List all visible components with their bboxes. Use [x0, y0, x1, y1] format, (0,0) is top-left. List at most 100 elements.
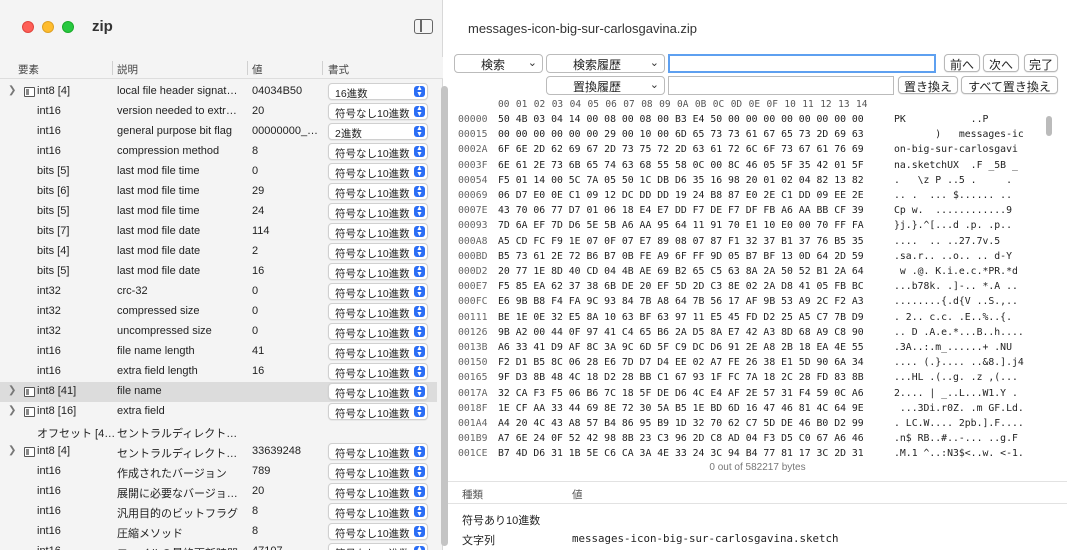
hex-ascii[interactable]: on-big-sur-carlosgavi	[894, 142, 1018, 157]
structure-row[interactable]: int32 crc-32 0 符号なし10進数 ▲ ▼	[0, 282, 437, 302]
format-select[interactable]: 符号なし10進数 ▲▼	[328, 223, 428, 240]
format-select[interactable]: 符号なし10進数 ▲▼	[328, 203, 428, 220]
structure-row[interactable]: bits [7] last mod file date 114 符号なし10進数 ▲ ▼	[0, 222, 437, 242]
hex-ascii[interactable]: }j.}.^[...d .p. .p..	[894, 218, 1012, 233]
minimize-window-button[interactable]	[42, 21, 54, 33]
hex-row[interactable]: 00054 F5 01 14 00 5C 7A 05 50 1C DB D6 35…	[454, 173, 1058, 188]
hex-row[interactable]: 00015 00 00 00 00 00 00 29 00 10 00 6D 65…	[454, 127, 1058, 142]
hex-bytes[interactable]: 1E CF AA 33 44 69 8E 72 30 5A B5 1E BD 6…	[498, 401, 864, 416]
hex-row[interactable]: 000BD B5 73 61 2E 72 B6 B7 0B FE A9 6F FF…	[454, 249, 1058, 264]
hex-bytes[interactable]: 9B A2 00 44 0F 97 41 C4 65 B6 2A D5 8A E…	[498, 325, 864, 340]
hex-row[interactable]: 000FC E6 9B B8 F4 FA 9C 93 84 7B A8 64 7B…	[454, 294, 1058, 309]
structure-row[interactable]: ❯ int8 [4] local file header signat… 04034B…	[0, 82, 437, 102]
hex-bytes[interactable]: 9F D3 8B 48 4C 18 D2 28 BB C1 67 93 1F F…	[498, 370, 864, 385]
done-button[interactable]: 完了	[1024, 54, 1058, 72]
scrollbar-thumb[interactable]	[441, 86, 448, 546]
hex-bytes[interactable]: 32 CA F3 F5 06 B6 7C 18 5F DE D6 4C E4 A…	[498, 386, 864, 401]
column-description[interactable]: 説明	[117, 62, 138, 77]
format-select[interactable]: 符号なし10進数 ▲▼	[328, 183, 428, 200]
format-select[interactable]: 符号なし10進数 ▲▼	[328, 283, 428, 300]
hex-bytes[interactable]: A4 20 4C 43 A8 57 B4 86 95 B9 1D 32 70 6…	[498, 416, 864, 431]
replace-button[interactable]: 置き換え	[898, 76, 958, 94]
hex-rows[interactable]: 00000 50 4B 03 04 14 00 08 00 08 00 B3 E4…	[454, 112, 1058, 460]
hex-ascii[interactable]: . \z P ..5 . .	[894, 173, 1012, 188]
format-select[interactable]: 符号なし10進数 ▲▼	[328, 103, 428, 120]
hex-row[interactable]: 000A8 A5 CD FC F9 1E 07 0F 07 E7 89 08 07…	[454, 234, 1058, 249]
format-select[interactable]: 符号なし10進数 ▲▼	[328, 163, 428, 180]
disclosure-triangle-icon[interactable]: ❯	[8, 85, 16, 96]
inspector-row[interactable]: 文字列 messages-icon-big-sur-carlosgavina.s…	[448, 528, 1067, 548]
sidebar-toggle-icon[interactable]	[414, 19, 433, 34]
hex-bytes[interactable]: B5 73 61 2E 72 B6 B7 0B FE A9 6F FF 9D 0…	[498, 249, 864, 264]
hex-bytes[interactable]: A7 6E 24 0F 52 42 98 8B 23 C3 96 2D C8 A…	[498, 431, 864, 446]
hex-scrollbar[interactable]	[1046, 116, 1053, 456]
hex-ascii[interactable]: Cp w. ............9	[894, 203, 1012, 218]
hex-row[interactable]: 001B9 A7 6E 24 0F 52 42 98 8B 23 C3 96 2D…	[454, 431, 1058, 446]
zoom-window-button[interactable]	[62, 21, 74, 33]
hex-bytes[interactable]: 50 4B 03 04 14 00 08 00 08 00 B3 E4 50 0…	[498, 112, 864, 127]
hex-ascii[interactable]: . 2.. c.c. .E..%..{.	[894, 310, 1012, 325]
hex-ascii[interactable]: .n$ RB..#..-... ..g.F	[894, 431, 1018, 446]
hex-row[interactable]: 00111 BE 1E 0E 32 E5 8A 10 63 BF 63 97 11…	[454, 310, 1058, 325]
hex-row[interactable]: 0002A 6F 6E 2D 62 69 67 2D 73 75 72 2D 63…	[454, 142, 1058, 157]
format-select[interactable]: 符号なし10進数 ▲▼	[328, 443, 428, 460]
format-select[interactable]: 符号なし10進数 ▲▼	[328, 483, 428, 500]
hex-ascii[interactable]: .. . ... $...... ..	[894, 188, 1012, 203]
inspector-column-value[interactable]: 値	[572, 487, 583, 502]
hex-row[interactable]: 0013B A6 33 41 D9 AF 8C 3A 9C 6D 5F C9 DC…	[454, 340, 1058, 355]
hex-row[interactable]: 00069 06 D7 E0 0E C1 09 12 DC DD DD 19 24…	[454, 188, 1058, 203]
hex-ascii[interactable]: ...3Di.r0Z. .m GF.Ld.	[894, 401, 1024, 416]
hex-ascii[interactable]: ...b78k. .]-.. *.A ..	[894, 279, 1018, 294]
close-window-button[interactable]	[22, 21, 34, 33]
format-select[interactable]: 符号なし10進数 ▲▼	[328, 303, 428, 320]
structure-row[interactable]: int16 general purpose bit flag 00000000_… 2…	[0, 122, 437, 142]
format-select[interactable]: 符号なし10進数 ▲▼	[328, 143, 428, 160]
format-select[interactable]: 16進数 ▲ ▼	[328, 83, 428, 100]
format-select[interactable]: 符号なし10進数 ▲▼	[328, 363, 428, 380]
hex-bytes[interactable]: BE 1E 0E 32 E5 8A 10 63 BF 63 97 11 E5 4…	[498, 310, 864, 325]
structure-row[interactable]: int16 version needed to extr… 20 符号なし10進数 ▲ ▼	[0, 102, 437, 122]
search-mode-select[interactable]: 検索 ⌄	[454, 54, 543, 73]
format-select[interactable]: 符号なし10進数 ▲▼	[328, 243, 428, 260]
format-select[interactable]: 符号なし10進数 ▲▼	[328, 403, 428, 420]
hex-ascii[interactable]: na.sketchUX .F _5B _	[894, 158, 1018, 173]
structure-row[interactable]: int16 compression method 8 符号なし10進数 ▲ ▼	[0, 142, 437, 162]
hex-ascii[interactable]: ........{.d{V ..S.,..	[894, 294, 1018, 309]
hex-row[interactable]: 0018F 1E CF AA 33 44 69 8E 72 30 5A B5 1E…	[454, 401, 1058, 416]
hex-view[interactable]: 00 01 02 03 04 05 06 07 08 09 0A 0B 0C 0D 0E 0F 10 11 12 13…	[454, 98, 1058, 460]
structure-row[interactable]: int16 extra field length 16 符号なし10進数 ▲ ▼	[0, 362, 437, 382]
structure-row[interactable]: bits [6] last mod file time 29 符号なし10進数 ▲ ▼	[0, 182, 437, 202]
format-select[interactable]: 符号なし10進数 ▲▼	[328, 343, 428, 360]
hex-row[interactable]: 00150 F2 D1 B5 8C 06 28 E6 7D D7 D4 EE 02…	[454, 355, 1058, 370]
hex-row[interactable]: 0017A 32 CA F3 F5 06 B6 7C 18 5F DE D6 4C…	[454, 386, 1058, 401]
hex-bytes[interactable]: F2 D1 B5 8C 06 28 E6 7D D7 D4 EE 02 A7 F…	[498, 355, 864, 370]
hex-row[interactable]: 000D2 20 77 1E 8D 40 CD 04 4B AE 69 B2 65…	[454, 264, 1058, 279]
structure-row[interactable]: ❯ int8 [16] extra field 符号なし10進数 ▲ ▼	[0, 402, 437, 422]
structure-row[interactable]: int32 uncompressed size 0 符号なし10進数 ▲ ▼	[0, 322, 437, 342]
hex-row[interactable]: 0003F 6E 61 2E 73 6B 65 74 63 68 55 58 0C…	[454, 158, 1058, 173]
inspector-column-type[interactable]: 種類	[462, 487, 483, 502]
hex-bytes[interactable]: A6 33 41 D9 AF 8C 3A 9C 6D 5F C9 DC D6 9…	[498, 340, 864, 355]
structure-row[interactable]: int16 展開に必要なバージョン… 20 符号なし10進数 ▲ ▼	[0, 482, 437, 502]
hex-ascii[interactable]: .3A..:.m_......+ .NU	[894, 340, 1012, 355]
format-select[interactable]: 符号なし10進数 ▲▼	[328, 383, 428, 400]
hex-ascii[interactable]: ...HL .(..g. .z ,(...	[894, 370, 1018, 385]
structure-row[interactable]: ❯ int8 [41] file name 符号なし10進数 ▲ ▼	[0, 382, 437, 402]
structure-row[interactable]: int16 圧縮メソッド 8 符号なし10進数 ▲ ▼	[0, 522, 437, 542]
format-select[interactable]: 符号なし10進数 ▲▼	[328, 463, 428, 480]
format-select[interactable]: 符号なし10進数 ▲▼	[328, 323, 428, 340]
column-value[interactable]: 値	[252, 62, 263, 77]
hex-row[interactable]: 00000 50 4B 03 04 14 00 08 00 08 00 B3 E4…	[454, 112, 1058, 127]
hex-bytes[interactable]: 20 77 1E 8D 40 CD 04 4B AE 69 B2 65 C5 6…	[498, 264, 864, 279]
format-select[interactable]: 符号なし10進数 ▲▼	[328, 263, 428, 280]
hex-row[interactable]: 00126 9B A2 00 44 0F 97 41 C4 65 B6 2A D5…	[454, 325, 1058, 340]
hex-ascii[interactable]: 2.... | _..L...W1.Y .	[894, 386, 1018, 401]
column-divider[interactable]	[322, 61, 323, 75]
format-select[interactable]: 2進数 ▲ ▼	[328, 123, 428, 140]
disclosure-triangle-icon[interactable]: ❯	[8, 445, 16, 456]
hex-ascii[interactable]: . LC.W.... 2pb.].F....	[894, 416, 1024, 431]
structure-row[interactable]: int16 汎用目的のビットフラグ 8 符号なし10進数 ▲ ▼	[0, 502, 437, 522]
replace-all-button[interactable]: すべて置き換え	[961, 76, 1058, 94]
hex-bytes[interactable]: F5 01 14 00 5C 7A 05 50 1C DB D6 35 16 9…	[498, 173, 864, 188]
structure-row[interactable]: int16 file name length 41 符号なし10進数 ▲ ▼	[0, 342, 437, 362]
